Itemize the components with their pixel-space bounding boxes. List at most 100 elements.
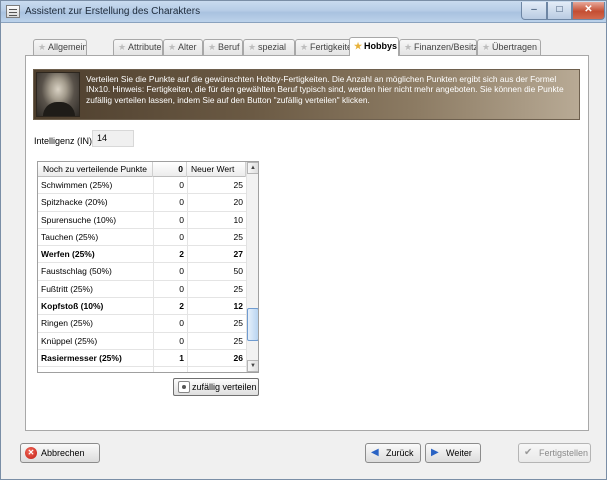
table-row[interactable]: Tauchen (25%) 0 25 bbox=[38, 228, 246, 247]
tab-label: Finanzen/Besitz bbox=[414, 42, 477, 52]
new-value-cell: 25 bbox=[187, 280, 243, 298]
points-cell[interactable]: 0 bbox=[153, 263, 184, 281]
points-cell[interactable]: 0 bbox=[153, 332, 184, 350]
skill-name-cell: Spurensuche (10%) bbox=[41, 214, 117, 225]
points-cell[interactable]: 0 bbox=[153, 177, 184, 194]
star-icon: ★ bbox=[482, 42, 491, 52]
skill-name-cell: Faustschlag (50%) bbox=[41, 266, 112, 277]
new-value-cell: 12 bbox=[187, 298, 243, 316]
minimize-button[interactable]: – bbox=[521, 2, 547, 20]
scroll-down-icon[interactable]: ▼ bbox=[247, 360, 258, 372]
back-label: Zurück bbox=[386, 448, 414, 458]
table-row[interactable]: Rasiermesser (25%) 1 26 bbox=[38, 349, 246, 368]
star-icon: ★ bbox=[300, 42, 309, 52]
finish-button: ✔ Fertigstellen bbox=[518, 443, 591, 463]
red-x-circle-icon: ✕ bbox=[25, 447, 37, 459]
tab-allgemein[interactable]: ★ Allgemein bbox=[33, 39, 87, 55]
new-value-cell: 25 bbox=[187, 367, 243, 372]
arrow-right-icon: ▶ bbox=[431, 447, 439, 458]
table-row[interactable]: Spurensuche (10%) 0 10 bbox=[38, 211, 246, 229]
finish-label: Fertigstellen bbox=[539, 448, 589, 458]
cancel-label: Abbrechen bbox=[41, 448, 85, 458]
header-remaining-value[interactable]: 0 bbox=[153, 162, 187, 177]
random-distribute-button[interactable]: zufällig verteilen bbox=[173, 378, 259, 396]
banner-text: Verteilen Sie die Punkte auf die gewünsc… bbox=[86, 74, 564, 105]
table-row[interactable]: Spitzhacke (20%) 0 20 bbox=[38, 194, 246, 212]
tab-fertigkeiten[interactable]: ★ Fertigkeiten bbox=[295, 39, 353, 55]
intelligence-label: Intelligenz (IN): bbox=[34, 136, 95, 146]
points-cell[interactable]: 0 bbox=[153, 211, 184, 229]
grid-scrollbar[interactable]: ▲ ▼ bbox=[246, 162, 258, 372]
new-value-cell: 26 bbox=[187, 349, 243, 367]
points-cell[interactable]: 0 bbox=[153, 315, 184, 333]
skill-name-cell: Rasiermesser (25%) bbox=[41, 352, 122, 363]
points-cell[interactable]: 0 bbox=[153, 228, 184, 246]
maximize-button[interactable]: □ bbox=[547, 2, 572, 20]
tab-label: Attribute bbox=[128, 42, 162, 52]
tab-attribute[interactable]: ★ Attribute bbox=[113, 39, 163, 55]
back-button[interactable]: ◀ Zurück bbox=[365, 443, 421, 463]
points-cell[interactable]: 2 bbox=[153, 298, 184, 316]
tab-spezial[interactable]: ★ spezial bbox=[243, 39, 295, 55]
skill-name-cell: Spitzhacke (20%) bbox=[41, 197, 108, 208]
scroll-up-icon[interactable]: ▲ bbox=[247, 162, 258, 174]
skill-name-cell: Schwimmen (25%) bbox=[41, 180, 113, 190]
new-value-cell: 25 bbox=[187, 228, 243, 246]
table-row[interactable]: Kopfstoß (10%) 2 12 bbox=[38, 298, 246, 316]
star-icon: ★ bbox=[38, 42, 47, 52]
new-value-cell: 25 bbox=[187, 315, 243, 333]
star-icon: ★ bbox=[354, 41, 363, 51]
table-row[interactable]: Schwimmen (25%) 0 25 bbox=[38, 177, 246, 195]
portrait-image bbox=[36, 72, 80, 117]
star-icon: ★ bbox=[404, 42, 413, 52]
tab-label: Beruf bbox=[218, 42, 240, 52]
tab-label: spezial bbox=[258, 42, 287, 52]
new-value-cell: 27 bbox=[187, 246, 243, 264]
points-cell[interactable]: 0 bbox=[153, 280, 184, 298]
tab-label: Allgemein bbox=[48, 42, 87, 52]
close-button[interactable]: ✕ bbox=[572, 2, 605, 20]
points-cell[interactable]: 0 bbox=[153, 367, 184, 372]
tab-finanzen-besitz[interactable]: ★ Finanzen/Besitz bbox=[399, 39, 477, 55]
tab-label: Übertragen bbox=[492, 42, 538, 52]
intelligence-value: 14 bbox=[92, 130, 134, 147]
header-remaining-label[interactable]: Noch zu verteilende Punkte bbox=[38, 162, 153, 177]
scroll-thumb[interactable] bbox=[247, 308, 258, 341]
tab-alter[interactable]: ★ Alter bbox=[163, 39, 203, 55]
points-cell[interactable]: 1 bbox=[153, 349, 184, 367]
next-button[interactable]: ▶ Weiter bbox=[425, 443, 481, 463]
tab-label: Alter bbox=[178, 42, 197, 52]
tab-hobbys[interactable]: ★ Hobbys bbox=[349, 37, 399, 56]
arrow-left-icon: ◀ bbox=[371, 447, 379, 458]
points-cell[interactable]: 2 bbox=[153, 246, 184, 264]
table-row[interactable]: Messer (25%)025 bbox=[38, 367, 246, 372]
window-title: Assistent zur Erstellung des Charakters bbox=[25, 6, 201, 17]
tab-label: Hobbys bbox=[364, 41, 398, 51]
table-row[interactable]: Knüppel (25%) 0 25 bbox=[38, 332, 246, 350]
tab-uebertragen[interactable]: ★ Übertragen bbox=[477, 39, 541, 55]
tab-page-hobbys: Verteilen Sie die Punkte auf die gewünsc… bbox=[25, 55, 589, 431]
table-row[interactable]: Fußtritt (25%) 0 25 bbox=[38, 280, 246, 299]
points-cell[interactable]: 0 bbox=[153, 194, 184, 212]
app-icon bbox=[6, 5, 20, 18]
new-value-cell: 50 bbox=[187, 263, 243, 281]
table-row[interactable]: Werfen (25%) 2 27 bbox=[38, 246, 246, 264]
grid-rows: Schwimmen (25%) 0 25 Spitzhacke (20%) 0 20 Spu… bbox=[38, 177, 246, 372]
hobby-points-grid[interactable]: Noch zu verteilende Punkte 0 Neuer Wert … bbox=[37, 161, 259, 373]
table-row[interactable]: Faustschlag (50%) 0 50 bbox=[38, 263, 246, 281]
table-row[interactable]: Ringen (25%) 0 25 bbox=[38, 315, 246, 333]
tab-beruf[interactable]: ★ Beruf bbox=[203, 39, 243, 55]
skill-name-cell: Werfen (25%) bbox=[41, 249, 95, 260]
new-value-cell: 25 bbox=[187, 177, 243, 194]
next-label: Weiter bbox=[446, 448, 472, 458]
skill-name-cell: Ringen (25%) bbox=[41, 318, 93, 329]
skill-name-cell: Kopfstoß (10%) bbox=[41, 301, 104, 312]
skill-name-cell: Messer (25%) bbox=[41, 367, 151, 372]
random-distribute-label: zufällig verteilen bbox=[192, 382, 257, 392]
header-new-value[interactable]: Neuer Wert bbox=[187, 162, 246, 177]
cancel-button[interactable]: ✕ Abbrechen bbox=[20, 443, 100, 463]
title-bar[interactable]: Assistent zur Erstellung des Charakters … bbox=[1, 1, 606, 23]
skill-name-cell: Knüppel (25%) bbox=[41, 335, 98, 346]
new-value-cell: 25 bbox=[187, 332, 243, 350]
star-icon: ★ bbox=[118, 42, 127, 52]
